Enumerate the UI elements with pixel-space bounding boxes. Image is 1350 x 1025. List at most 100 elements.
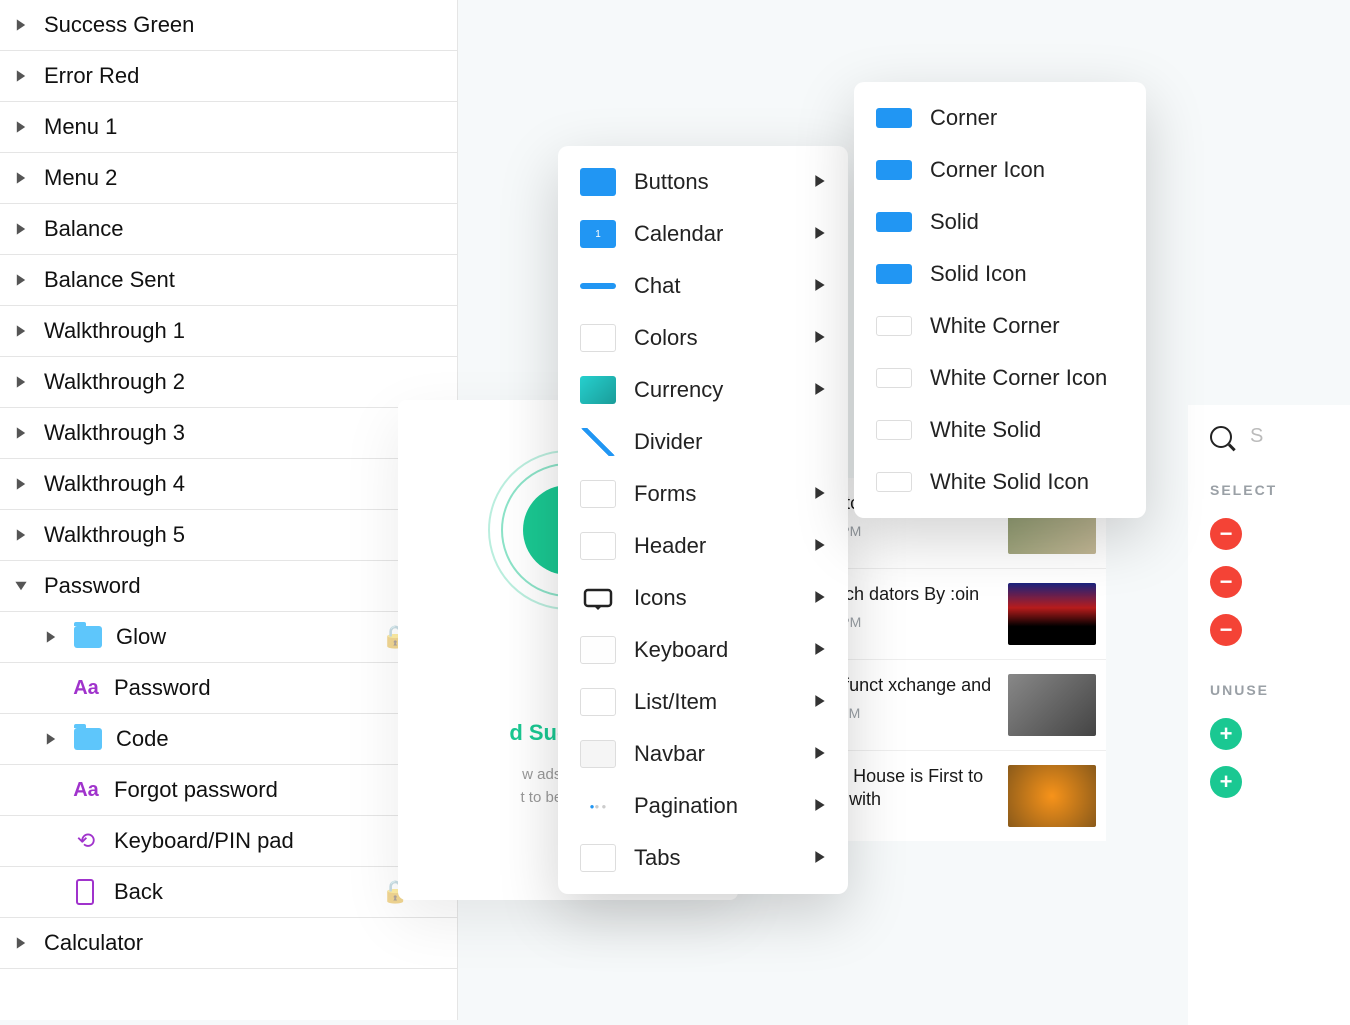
- chevron-right-icon: [14, 375, 28, 389]
- menu-item-header[interactable]: Header: [558, 520, 848, 572]
- layer-label: Walkthrough 2: [44, 369, 185, 395]
- thumb-icon: [580, 688, 616, 716]
- thumb-icon: [580, 636, 616, 664]
- menu-item-calendar[interactable]: 1Calendar: [558, 208, 848, 260]
- remove-button[interactable]: −: [1210, 614, 1242, 646]
- remove-button[interactable]: −: [1210, 518, 1242, 550]
- submenu-item-label: Solid Icon: [930, 261, 1027, 287]
- layer-error-red[interactable]: Error Red: [0, 51, 457, 102]
- layer-glow[interactable]: Glow 🔒: [0, 612, 457, 663]
- menu-item-forms[interactable]: Forms: [558, 468, 848, 520]
- menu-item-label: Forms: [634, 481, 696, 507]
- thumb-icon: [580, 740, 616, 768]
- submenu-item-label: White Solid: [930, 417, 1041, 443]
- layer-menu-1[interactable]: Menu 1: [0, 102, 457, 153]
- thumb-icon: [580, 532, 616, 560]
- submenu-item-white-corner[interactable]: White Corner: [854, 300, 1146, 352]
- menu-item-list-item[interactable]: List/Item: [558, 676, 848, 728]
- menu-item-currency[interactable]: Currency: [558, 364, 848, 416]
- layer-code[interactable]: Code: [0, 714, 457, 765]
- layer-calculator[interactable]: Calculator: [0, 918, 457, 969]
- chevron-right-icon: [814, 590, 826, 607]
- layer-back[interactable]: Back 🔒: [0, 867, 457, 918]
- layer-walkthrough-4[interactable]: Walkthrough 4: [0, 459, 457, 510]
- submenu-item-solid-icon[interactable]: Solid Icon: [854, 248, 1146, 300]
- submenu-item-label: White Solid Icon: [930, 469, 1089, 495]
- thumb-icon: [580, 168, 616, 196]
- news-thumbnail: [1008, 765, 1096, 827]
- submenu-item-white-solid-icon[interactable]: White Solid Icon: [854, 456, 1146, 508]
- chevron-right-icon: [14, 324, 28, 338]
- submenu-item-label: Corner Icon: [930, 157, 1045, 183]
- chevron-right-icon: [814, 486, 826, 503]
- menu-item-pagination[interactable]: ● ● ●Pagination: [558, 780, 848, 832]
- menu-item-label: Pagination: [634, 793, 738, 819]
- news-thumbnail: [1008, 583, 1096, 645]
- chevron-right-icon: [14, 18, 28, 32]
- menu-item-icons[interactable]: Icons: [558, 572, 848, 624]
- layer-password-text[interactable]: Aa Password: [0, 663, 457, 714]
- chevron-right-icon: [14, 222, 28, 236]
- layer-label: Walkthrough 1: [44, 318, 185, 344]
- layer-menu-2[interactable]: Menu 2: [0, 153, 457, 204]
- remove-button[interactable]: −: [1210, 566, 1242, 598]
- submenu-item-label: Corner: [930, 105, 997, 131]
- layer-balance[interactable]: Balance: [0, 204, 457, 255]
- layer-label: Balance Sent: [44, 267, 175, 293]
- chevron-right-icon: [814, 746, 826, 763]
- canvas[interactable]: ✓ d Succesfu w ads is not pt to be a rea…: [458, 0, 1350, 1020]
- menu-item-divider[interactable]: Divider: [558, 416, 848, 468]
- submenu-item-corner[interactable]: Corner: [854, 92, 1146, 144]
- chevron-right-icon: [14, 426, 28, 440]
- layer-label: Calculator: [44, 930, 143, 956]
- layer-success-green[interactable]: Success Green: [0, 0, 457, 51]
- menu-item-label: Navbar: [634, 741, 705, 767]
- chevron-right-icon: [44, 732, 58, 746]
- chevron-right-icon: [14, 69, 28, 83]
- menu-item-label: Keyboard: [634, 637, 728, 663]
- layer-walkthrough-5[interactable]: Walkthrough 5: [0, 510, 457, 561]
- menu-item-buttons[interactable]: Buttons: [558, 156, 848, 208]
- menu-item-tabs[interactable]: Tabs: [558, 832, 848, 884]
- menu-item-label: Header: [634, 533, 706, 559]
- add-button[interactable]: +: [1210, 718, 1242, 750]
- menu-item-label: Divider: [634, 429, 702, 455]
- layer-walkthrough-3[interactable]: Walkthrough 3: [0, 408, 457, 459]
- folder-icon: [74, 728, 102, 750]
- layer-label: Menu 1: [44, 114, 117, 140]
- layer-label: Code: [116, 726, 169, 752]
- layer-balance-sent[interactable]: Balance Sent: [0, 255, 457, 306]
- submenu-item-white-corner-icon[interactable]: White Corner Icon: [854, 352, 1146, 404]
- thumb-icon: [876, 420, 912, 440]
- layer-walkthrough-1[interactable]: Walkthrough 1: [0, 306, 457, 357]
- submenu-item-white-solid[interactable]: White Solid: [854, 404, 1146, 456]
- layer-label: Forgot password: [114, 777, 278, 803]
- thumb-icon: [580, 376, 616, 404]
- menu-item-label: Currency: [634, 377, 723, 403]
- chevron-right-icon: [14, 171, 28, 185]
- menu-item-colors[interactable]: Colors: [558, 312, 848, 364]
- chevron-right-icon: [814, 278, 826, 295]
- unused-label: UNUSE: [1210, 682, 1350, 698]
- menu-item-label: List/Item: [634, 689, 717, 715]
- menu-item-chat[interactable]: Chat: [558, 260, 848, 312]
- search-row[interactable]: S: [1210, 425, 1350, 448]
- layer-label: Error Red: [44, 63, 139, 89]
- thumb-icon: [876, 108, 912, 128]
- chevron-right-icon: [814, 330, 826, 347]
- submenu-item-label: Solid: [930, 209, 979, 235]
- layer-walkthrough-2[interactable]: Walkthrough 2: [0, 357, 457, 408]
- chevron-right-icon: [14, 477, 28, 491]
- menu-item-keyboard[interactable]: Keyboard: [558, 624, 848, 676]
- submenu-item-corner-icon[interactable]: Corner Icon: [854, 144, 1146, 196]
- thumb-icon: [580, 283, 616, 289]
- thumb-icon: [876, 368, 912, 388]
- layer-forgot-password[interactable]: Aa Forgot password: [0, 765, 457, 816]
- submenu-item-solid[interactable]: Solid: [854, 196, 1146, 248]
- layer-label: Menu 2: [44, 165, 117, 191]
- menu-item-navbar[interactable]: Navbar: [558, 728, 848, 780]
- layer-keyboard-pin[interactable]: ⟲ Keyboard/PIN pad: [0, 816, 457, 867]
- layer-password[interactable]: Password: [0, 561, 457, 612]
- add-button[interactable]: +: [1210, 766, 1242, 798]
- text-icon: Aa: [72, 779, 100, 802]
